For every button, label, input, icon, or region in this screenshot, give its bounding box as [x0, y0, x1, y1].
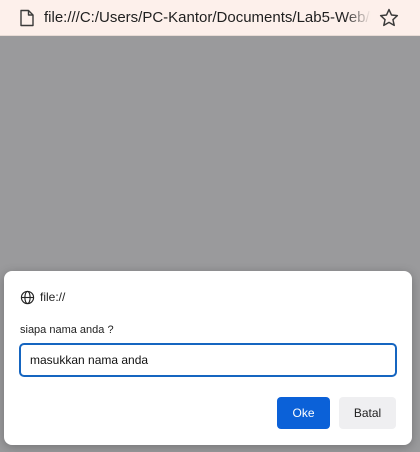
dialog-origin-text: file:// — [40, 290, 66, 304]
globe-icon — [20, 290, 35, 304]
name-input[interactable] — [19, 343, 397, 377]
prompt-dialog: file:// siapa nama anda ? Oke Batal — [4, 271, 412, 445]
document-icon — [20, 9, 34, 27]
cancel-button[interactable]: Batal — [339, 397, 396, 429]
address-bar[interactable]: file:///C:/Users/PC-Kantor/Documents/Lab… — [0, 0, 420, 36]
prompt-message: siapa nama anda ? — [20, 324, 114, 336]
url-text[interactable]: file:///C:/Users/PC-Kantor/Documents/Lab… — [44, 8, 371, 28]
ok-button[interactable]: Oke — [277, 397, 330, 429]
bookmark-star-icon[interactable] — [378, 7, 400, 29]
dialog-origin: file:// — [20, 289, 65, 305]
